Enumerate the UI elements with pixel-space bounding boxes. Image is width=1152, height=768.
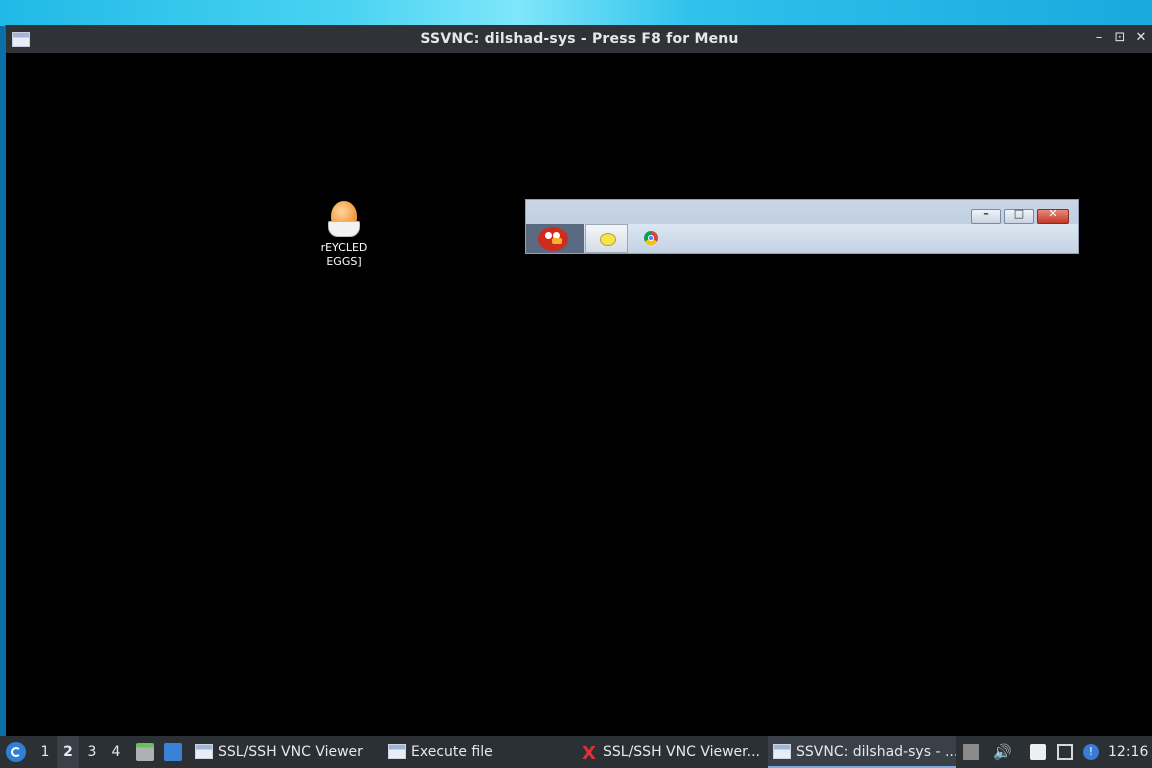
desktop-icon-label: rEYCLED EGGS] bbox=[314, 241, 374, 269]
task-label: Execute file bbox=[411, 744, 493, 760]
chrome-icon[interactable] bbox=[644, 231, 658, 245]
close-button[interactable]: ✕ bbox=[1132, 29, 1150, 47]
notification-icon[interactable]: ! bbox=[1083, 744, 1099, 760]
clipboard-icon[interactable] bbox=[1030, 744, 1046, 760]
window-icon bbox=[388, 744, 406, 759]
remote-minimize-button[interactable]: – bbox=[971, 207, 1001, 224]
remote-maximize-glyph: □ bbox=[1013, 207, 1025, 220]
egg-cup-shape bbox=[328, 221, 360, 237]
remote-taskbar bbox=[526, 224, 1078, 253]
desktop-icon-recycled-eggs[interactable]: rEYCLED EGGS] bbox=[314, 201, 374, 269]
task-ssvnc-dilshad-sys[interactable]: SSVNC: dilshad-sys - ... bbox=[768, 736, 956, 768]
remote-desktop-canvas[interactable]: rEYCLED EGGS] – □ ✕ bbox=[6, 53, 1152, 736]
window-icon bbox=[195, 744, 213, 759]
window-icon bbox=[773, 744, 791, 759]
wallpaper bbox=[0, 0, 1152, 26]
angry-birds-icon[interactable] bbox=[526, 224, 584, 253]
task-label: SSL/SSH VNC Viewer bbox=[218, 744, 363, 760]
workspace-4[interactable]: 4 bbox=[105, 736, 127, 768]
clock[interactable]: 12:16 bbox=[1108, 736, 1148, 768]
network-icon[interactable] bbox=[1057, 744, 1073, 760]
bird-beak bbox=[552, 238, 562, 244]
remote-minimize-glyph: – bbox=[983, 207, 989, 220]
folder-icon[interactable] bbox=[585, 224, 628, 253]
workspace-1[interactable]: 1 bbox=[34, 736, 56, 768]
start-menu-icon[interactable] bbox=[6, 742, 26, 762]
minimize-button[interactable]: – bbox=[1090, 29, 1108, 47]
remote-close-glyph: ✕ bbox=[1048, 207, 1058, 220]
workspace-3[interactable]: 3 bbox=[81, 736, 103, 768]
file-manager-icon[interactable] bbox=[136, 743, 154, 761]
task-execute-file[interactable]: Execute file bbox=[388, 736, 568, 768]
volume-icon[interactable]: 🔊 bbox=[993, 744, 1012, 760]
tray-scroll-icon[interactable] bbox=[963, 744, 979, 760]
folder-glyph bbox=[600, 233, 616, 246]
maximize-button[interactable]: ⊡ bbox=[1111, 29, 1129, 47]
bird-eye bbox=[545, 232, 552, 239]
workspace-2[interactable]: 2 bbox=[57, 736, 79, 768]
remote-maximize-button[interactable]: □ bbox=[1004, 207, 1034, 224]
window-titlebar[interactable]: SSVNC: dilshad-sys - Press F8 for Menu –… bbox=[6, 25, 1152, 53]
show-desktop-icon[interactable] bbox=[164, 743, 182, 761]
task-ssl-ssh-vnc-viewer[interactable]: SSL/SSH VNC Viewer bbox=[195, 736, 375, 768]
task-label: SSL/SSH VNC Viewer... bbox=[603, 744, 760, 760]
desktop-icon-label-line1: rEYCLED bbox=[320, 241, 368, 254]
remote-close-button[interactable]: ✕ bbox=[1037, 207, 1069, 224]
task-label: SSVNC: dilshad-sys - ... bbox=[796, 744, 956, 760]
x-icon: X bbox=[582, 743, 596, 764]
task-ssl-ssh-vnc-viewer-2[interactable]: X SSL/SSH VNC Viewer... bbox=[580, 736, 762, 768]
desktop-icon-label-line2: EGGS] bbox=[326, 255, 362, 268]
window-title: SSVNC: dilshad-sys - Press F8 for Menu bbox=[420, 31, 739, 47]
remote-mini-window: – □ ✕ bbox=[525, 199, 1079, 254]
vnc-viewer-window: SSVNC: dilshad-sys - Press F8 for Menu –… bbox=[5, 25, 1152, 736]
system-taskbar: 1 2 3 4 SSL/SSH VNC Viewer Execute file … bbox=[0, 736, 1152, 768]
